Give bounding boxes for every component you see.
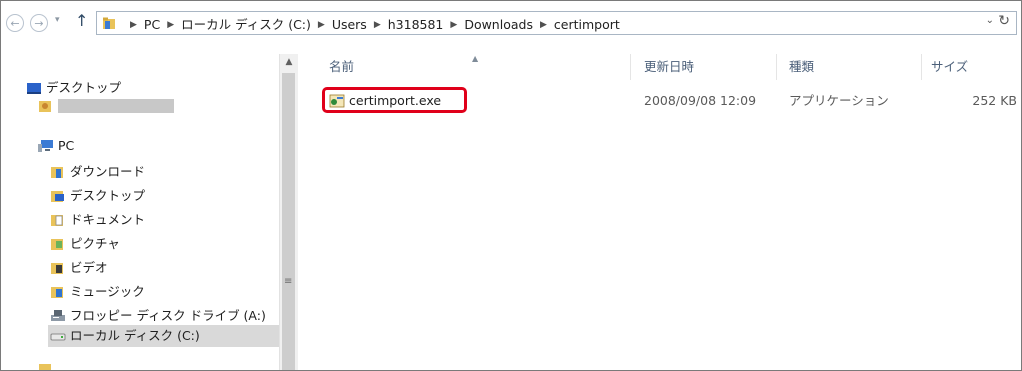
sidebar-item-documents[interactable]: ドキュメント: [50, 209, 276, 231]
file-type: アプリケーション: [789, 93, 889, 108]
sidebar-item-local-disk[interactable]: ローカル ディスク (C:): [48, 325, 279, 347]
sidebar-item-label: ピクチャ: [70, 236, 120, 251]
documents-folder-icon: [51, 215, 63, 226]
address-dropdown-icon[interactable]: ⌄: [986, 15, 994, 26]
forward-button[interactable]: →: [30, 14, 48, 32]
column-divider[interactable]: [776, 54, 777, 80]
chevron-right-icon[interactable]: ▶: [318, 15, 325, 35]
user-folder-icon: [39, 101, 51, 112]
sort-ascending-icon: ▲: [472, 54, 479, 63]
sidebar-item-floppy[interactable]: フロッピー ディスク ドライブ (A:): [50, 305, 276, 327]
sidebar-item-downloads[interactable]: ダウンロード: [50, 161, 276, 183]
sidebar-item-label: ビデオ: [70, 260, 108, 275]
videos-folder-icon: [51, 263, 63, 274]
table-row[interactable]: certimport.exe 2008/09/08 12:09 アプリケーション…: [298, 87, 1021, 113]
desktop-folder-icon: [51, 191, 64, 202]
refresh-icon[interactable]: ↻: [998, 13, 1010, 29]
sidebar-item-label: ローカル ディスク (C:): [70, 328, 200, 343]
sidebar-item-desktop[interactable]: デスクトップ: [50, 185, 276, 207]
downloads-folder-icon: [51, 167, 63, 178]
sidebar-item-videos[interactable]: ビデオ: [50, 257, 276, 279]
breadcrumb: ▶ PC ▶ ローカル ディスク (C:) ▶ Users ▶ h318581 ▶ Downloa…: [123, 14, 620, 34]
hard-drive-icon: [50, 333, 66, 341]
pictures-folder-icon: [51, 239, 63, 250]
file-date: 2008/09/08 12:09: [644, 93, 757, 108]
folder-icon: [103, 17, 115, 29]
chevron-right-icon[interactable]: ▶: [450, 15, 457, 35]
sidebar-item-user[interactable]: [38, 95, 276, 117]
breadcrumb-pc[interactable]: PC: [144, 15, 160, 35]
breadcrumb-users[interactable]: Users: [332, 15, 367, 35]
column-header-size[interactable]: サイズ: [931, 54, 968, 80]
recent-locations-button[interactable]: ▾: [55, 15, 60, 25]
highlight-box: [322, 87, 467, 113]
libraries-icon: [39, 364, 51, 370]
column-header-type[interactable]: 種類: [789, 54, 814, 80]
pc-icon: [38, 140, 53, 152]
sidebar-item-music[interactable]: ミュージック: [50, 281, 276, 303]
sidebar-item-label: デスクトップ: [70, 188, 146, 203]
scroll-up-arrow-icon[interactable]: ▲: [280, 54, 298, 71]
sidebar-item-pictures[interactable]: ピクチャ: [50, 233, 276, 255]
column-header-name[interactable]: 名前: [329, 54, 354, 80]
sidebar-item-label: ミュージック: [70, 284, 145, 299]
file-size: 252 KB: [972, 93, 1017, 108]
breadcrumb-downloads[interactable]: Downloads: [464, 15, 533, 35]
breadcrumb-certimport[interactable]: certimport: [554, 15, 620, 35]
column-divider[interactable]: [921, 54, 922, 80]
sidebar-item-libraries[interactable]: [38, 352, 238, 370]
chevron-right-icon[interactable]: ▶: [130, 15, 137, 35]
navigation-pane: デスクトップ PC ダウンロード デスクトップ ドキュメント ピクチャ ビデオ …: [1, 54, 279, 370]
breadcrumb-local-disk[interactable]: ローカル ディスク (C:): [181, 15, 311, 35]
up-button[interactable]: ↑: [75, 11, 88, 30]
desktop-icon: [27, 83, 41, 94]
back-button[interactable]: ←: [6, 14, 24, 32]
chevron-right-icon[interactable]: ▶: [540, 15, 547, 35]
chevron-right-icon[interactable]: ▶: [167, 15, 174, 35]
navigation-scrollbar[interactable]: ▲ ≡: [279, 54, 298, 370]
sidebar-item-label: フロッピー ディスク ドライブ (A:): [70, 308, 266, 323]
music-folder-icon: [51, 287, 63, 298]
address-bar[interactable]: ▶ PC ▶ ローカル ディスク (C:) ▶ Users ▶ h318581 ▶ Downloa…: [96, 11, 1017, 35]
address-row: ← → ▾ ↑ ▶ PC ▶ ローカル ディスク (C:) ▶ Users ▶ h318581…: [1, 1, 1021, 43]
floppy-drive-icon: [51, 310, 65, 321]
redacted-username: [58, 99, 174, 113]
sidebar-item-label: PC: [58, 138, 75, 153]
column-header-date[interactable]: 更新日時: [644, 54, 694, 80]
chevron-right-icon[interactable]: ▶: [374, 15, 381, 35]
scrollbar-thumb[interactable]: [282, 73, 295, 370]
explorer-window: ← → ▾ ↑ ▶ PC ▶ ローカル ディスク (C:) ▶ Users ▶ h318581…: [0, 0, 1022, 371]
sidebar-item-label: ダウンロード: [70, 164, 146, 179]
file-list: ▲ 名前 更新日時 種類 サイズ certimport.exe 2008/09/…: [298, 54, 1021, 370]
sidebar-item-pc[interactable]: PC: [38, 135, 276, 157]
column-divider[interactable]: [630, 54, 631, 80]
breadcrumb-user[interactable]: h318581: [388, 15, 444, 35]
sidebar-item-label: ドキュメント: [70, 212, 146, 227]
scroll-grip-icon: ≡: [284, 276, 293, 287]
